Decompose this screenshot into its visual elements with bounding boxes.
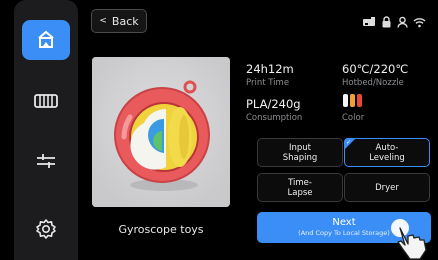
printer-status-icon (362, 13, 376, 32)
user-icon (397, 13, 408, 32)
color-swatch (357, 94, 362, 107)
time-lapse-toggle[interactable]: Time- Lapse (257, 173, 343, 202)
consumption-label: Consumption (246, 113, 303, 123)
color-label: Color (342, 113, 365, 123)
print-time-label: Print Time (246, 78, 290, 88)
temperature-value: 60℃/220℃ (342, 62, 409, 76)
color-swatches (343, 94, 362, 107)
tap-hand-icon (386, 216, 436, 260)
sidebar-item-settings[interactable] (22, 209, 70, 249)
sidebar-item-controls[interactable] (22, 141, 70, 181)
back-button[interactable]: < Back (91, 9, 147, 33)
main-panel: < Back Gyroscope toys 24h12m Print Time … (78, 0, 438, 260)
chevron-left-icon: < (99, 16, 107, 26)
settings-gear-icon (36, 219, 56, 239)
next-button-sublabel: (And Copy To Local Storage) (298, 229, 390, 237)
sidebar-item-print-files[interactable] (22, 20, 70, 60)
sidebar (14, 0, 78, 260)
sidebar-item-filament[interactable] (22, 81, 70, 121)
gyroscope-model-image (92, 57, 230, 207)
next-button-label: Next (332, 217, 356, 228)
model-name: Gyroscope toys (118, 223, 204, 236)
consumption-value: PLA/240g (246, 97, 301, 111)
model-preview (92, 57, 230, 207)
dryer-toggle[interactable]: Dryer (344, 173, 430, 202)
printer-screen: < Back Gyroscope toys 24h12m Print Time … (0, 0, 438, 260)
check-icon: ✓ (346, 139, 352, 146)
temperature-label: Hotbed/Nozzle (342, 78, 404, 88)
input-shaping-label: Input Shaping (282, 142, 318, 163)
auto-leveling-toggle[interactable]: ✓ Auto- Leveling (344, 138, 430, 167)
time-lapse-label: Time- Lapse (287, 177, 313, 198)
color-swatch (343, 94, 348, 107)
auto-leveling-label: Auto- Leveling (369, 142, 405, 163)
dryer-label: Dryer (375, 182, 399, 193)
wifi-icon (413, 13, 426, 32)
print-time-value: 24h12m (246, 62, 294, 76)
color-swatch (350, 94, 355, 107)
lock-icon (381, 13, 392, 32)
back-button-label: Back (111, 14, 139, 28)
print-files-icon (38, 30, 54, 48)
filament-spool-icon (34, 94, 58, 108)
input-shaping-toggle[interactable]: Input Shaping (257, 138, 343, 167)
sliders-icon (37, 154, 55, 168)
status-bar (362, 13, 426, 32)
